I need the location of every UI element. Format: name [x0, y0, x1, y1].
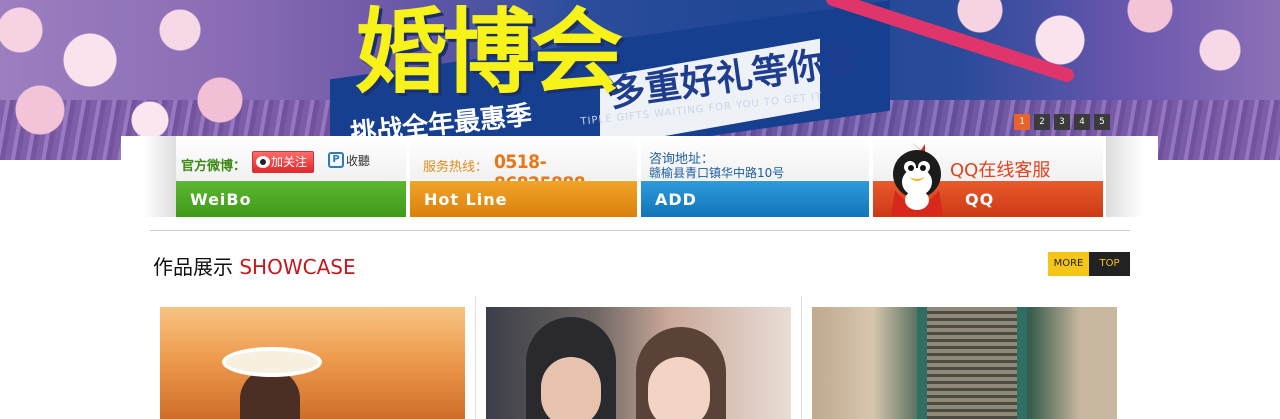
slide-dot-3[interactable]: 3: [1054, 114, 1070, 130]
weibo-panel: 官方微博： 加关注 P 收聽 WeiBo: [176, 136, 406, 217]
slide-dot-5[interactable]: 5: [1094, 114, 1110, 130]
showcase-title-en: SHOWCASE: [239, 255, 356, 279]
collect-link[interactable]: P 收聽: [328, 152, 370, 169]
qq-service-link[interactable]: QQ在线客服: [950, 156, 1050, 182]
top-button[interactable]: TOP: [1089, 252, 1130, 276]
showcase-photo-1[interactable]: [160, 307, 465, 419]
hotline-strip: Hot Line: [410, 181, 637, 217]
shade-left: [121, 136, 177, 217]
address-strip-label: ADD: [655, 190, 697, 209]
slide-dot-2[interactable]: 2: [1034, 114, 1050, 130]
slide-indicators: 1 2 3 4 5: [1014, 114, 1110, 130]
hotline-panel: 服务热线： 0518-86825888 Hot Line: [410, 136, 637, 217]
showcase-title: 作品展示 SHOWCASE: [153, 251, 356, 280]
weibo-strip: WeiBo: [176, 181, 406, 217]
weibo-eye-icon: [256, 156, 270, 168]
shade-right: [1106, 136, 1158, 217]
section-divider: [150, 230, 1130, 231]
weibo-label: 官方微博：: [181, 159, 247, 174]
address-strip: ADD: [641, 181, 869, 217]
showcase-title-cn: 作品展示: [153, 255, 233, 279]
p-icon: P: [328, 152, 344, 168]
qq-panel[interactable]: QQ在线客服 QQ: [873, 136, 1103, 217]
more-button[interactable]: MORE: [1048, 252, 1089, 276]
contact-info-bar: 官方微博： 加关注 P 收聽 WeiBo 服务热线： 0518-86825888…: [121, 136, 1158, 217]
address-value: 赣榆县青口镇华中路10号: [649, 166, 785, 180]
slide-dot-1[interactable]: 1: [1014, 114, 1030, 130]
slide-dot-4[interactable]: 4: [1074, 114, 1090, 130]
qq-strip-label: QQ: [965, 190, 995, 209]
collect-label: 收聽: [346, 154, 371, 168]
weibo-strip-label: WeiBo: [190, 190, 252, 209]
qq-penguin-icon: [891, 142, 943, 216]
hotline-label: 服务热线：: [423, 160, 489, 175]
weibo-follow-button[interactable]: 加关注: [252, 151, 314, 173]
address-panel: 咨询地址： 赣榆县青口镇华中路10号 ADD: [641, 136, 869, 217]
showcase-photo-3[interactable]: [812, 307, 1117, 419]
column-separator: [801, 296, 802, 419]
hotline-strip-label: Hot Line: [424, 190, 508, 209]
column-separator: [475, 296, 476, 419]
banner-title: 婚博会: [355, 0, 623, 106]
follow-label: 加关注: [271, 155, 308, 169]
showcase-photo-2[interactable]: [486, 307, 791, 419]
